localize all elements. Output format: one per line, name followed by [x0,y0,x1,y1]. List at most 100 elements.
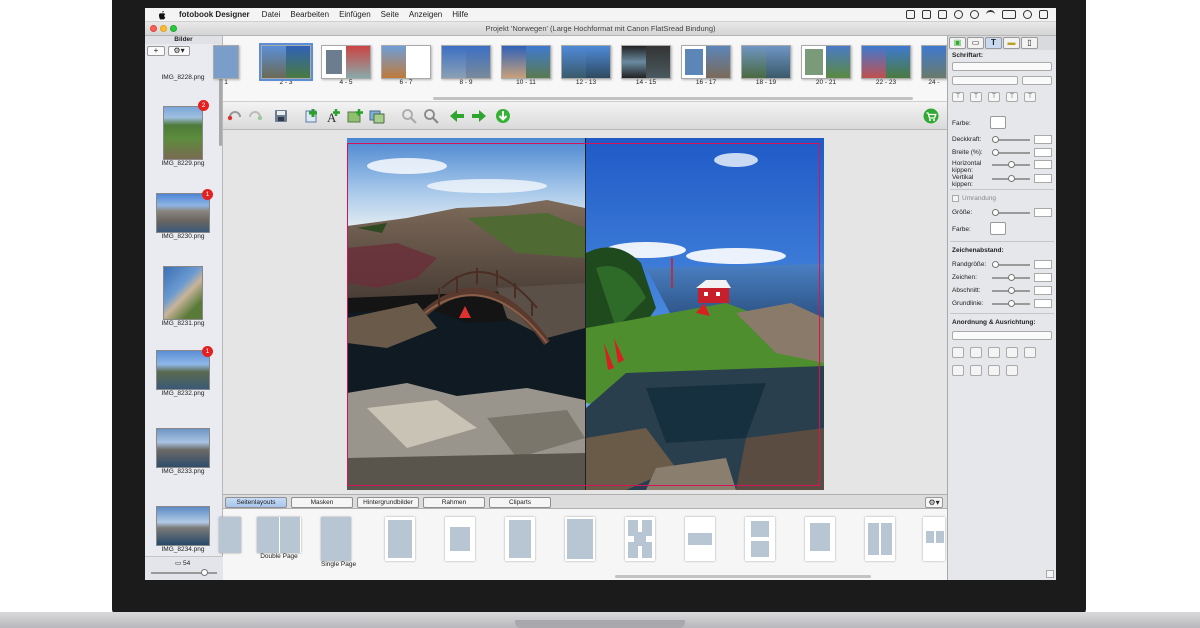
layout-item[interactable] [865,517,895,561]
font-style-select[interactable] [952,76,1018,85]
layout-item[interactable]: Single Page [321,517,356,568]
zoom-out-icon[interactable] [401,108,417,124]
align-center-button[interactable] [970,347,982,358]
border-color-swatch[interactable] [990,222,1006,235]
right-page-photo[interactable] [586,138,824,490]
layout-item[interactable] [923,517,945,561]
flip-vertical-slider[interactable] [992,175,1030,182]
layout-scrollbar[interactable] [615,575,871,578]
order-cart-icon[interactable] [923,108,939,124]
page-canvas[interactable] [223,130,947,494]
font-family-select[interactable] [952,62,1052,71]
slider-knob[interactable] [992,209,999,216]
zoom-in-icon[interactable] [423,108,439,124]
page-thumb[interactable]: 22 - 23 [861,45,911,86]
page-thumb[interactable]: 1 [213,45,239,86]
add-image-button[interactable]: + [147,46,165,56]
border-size-field[interactable] [1034,208,1052,217]
page-thumb[interactable]: 12 - 13 [561,45,611,86]
valign-bottom-button[interactable] [988,365,1000,376]
sidebar-gear-button[interactable]: ⚙▾ [168,46,190,56]
menu-hilfe[interactable]: Hilfe [452,10,468,19]
strikethrough-button[interactable]: T [970,92,982,102]
image-item[interactable]: IMG_8233.png [151,428,215,475]
image-item[interactable]: 2 IMG_8229.png [151,100,215,167]
slider-knob[interactable] [1008,287,1015,294]
redo-icon[interactable] [247,108,263,124]
char-spacing-field[interactable] [1034,273,1052,282]
screen-icon[interactable] [938,10,947,19]
next-page-icon[interactable] [471,108,487,124]
circle-icon[interactable] [954,10,963,19]
slider-knob[interactable] [1008,300,1015,307]
thumbnail-size-slider[interactable] [151,569,217,576]
slider-knob[interactable] [1008,274,1015,281]
tab-seitenlayouts[interactable]: Seitenlayouts [225,497,287,508]
distribute-button[interactable] [1006,365,1018,376]
page-thumb[interactable]: 2 - 3 [259,43,313,86]
replace-image-icon[interactable] [369,108,385,124]
resize-grip[interactable] [1046,570,1054,578]
caps-button[interactable]: T [1024,92,1036,102]
app-name-menu[interactable]: fotobook Designer [179,10,250,19]
ruler-tab-icon[interactable]: ▬ [1003,37,1020,49]
layout-item[interactable] [805,517,835,561]
page-thumb[interactable]: 10 - 11 [501,45,551,86]
page-thumb[interactable]: 24 - [921,45,947,86]
layout-item[interactable] [625,517,655,561]
align-bottom-button[interactable] [1006,347,1018,358]
page-thumb[interactable]: 6 - 7 [381,45,431,86]
flip-vertical-field[interactable] [1034,174,1052,183]
layout-item[interactable]: Double Page [257,517,301,560]
dropbox-icon[interactable] [906,10,915,19]
baseline-slider[interactable] [992,300,1030,307]
paragraph-field[interactable] [1034,286,1052,295]
flip-horizontal-slider[interactable] [992,161,1030,168]
flip-horizontal-field[interactable] [1034,160,1052,169]
menu-seite[interactable]: Seite [381,10,399,19]
save-icon[interactable] [273,108,289,124]
width-slider[interactable] [992,149,1030,156]
layout-item[interactable] [685,517,715,561]
border-size-slider[interactable] [992,209,1030,216]
list-icon[interactable] [1039,10,1048,19]
width-field[interactable] [1034,148,1052,157]
slider-knob[interactable] [992,261,999,268]
previous-page-icon[interactable] [449,108,465,124]
page-thumb[interactable]: 8 - 9 [441,45,491,86]
image-item[interactable]: 1 IMG_8232.png [151,346,215,397]
wifi-icon[interactable] [986,10,995,19]
slider-knob[interactable] [992,136,999,143]
close-window-icon[interactable] [150,25,157,32]
search-icon[interactable] [1023,10,1032,19]
menu-bearbeiten[interactable]: Bearbeiten [290,10,329,19]
font-size-select[interactable] [1022,76,1052,85]
baseline-field[interactable] [1034,299,1052,308]
page-thumb[interactable]: 16 - 17 [681,45,731,86]
layout-item[interactable] [219,517,241,553]
left-page-photo[interactable] [347,138,585,490]
tab-rahmen[interactable]: Rahmen [423,497,485,508]
page-tab-icon[interactable]: ▯ [1021,37,1038,49]
page-thumb[interactable]: 14 - 15 [621,45,671,86]
margin-slider[interactable] [992,261,1030,268]
menu-datei[interactable]: Datei [262,10,281,19]
opacity-field[interactable] [1034,135,1052,144]
menu-einfuegen[interactable]: Einfügen [339,10,371,19]
status-icon[interactable] [922,10,931,19]
add-page-icon[interactable] [303,108,319,124]
page-thumb[interactable]: 18 - 19 [741,45,791,86]
text-color-swatch[interactable] [990,116,1006,129]
paragraph-slider[interactable] [992,287,1030,294]
menu-anzeigen[interactable]: Anzeigen [409,10,442,19]
margin-field[interactable] [1034,260,1052,269]
align-left-button[interactable] [952,347,964,358]
page-thumb[interactable]: 4 - 5 [321,45,371,86]
frame-tab-icon[interactable]: ▭ [967,37,984,49]
slider-knob[interactable] [992,149,999,156]
align-justify-button[interactable] [1024,347,1036,358]
text-style-button[interactable]: T [952,92,964,102]
apple-menu-icon[interactable] [157,10,167,20]
page-thumb[interactable]: 20 - 21 [801,45,851,86]
page-down-icon[interactable] [495,108,511,124]
